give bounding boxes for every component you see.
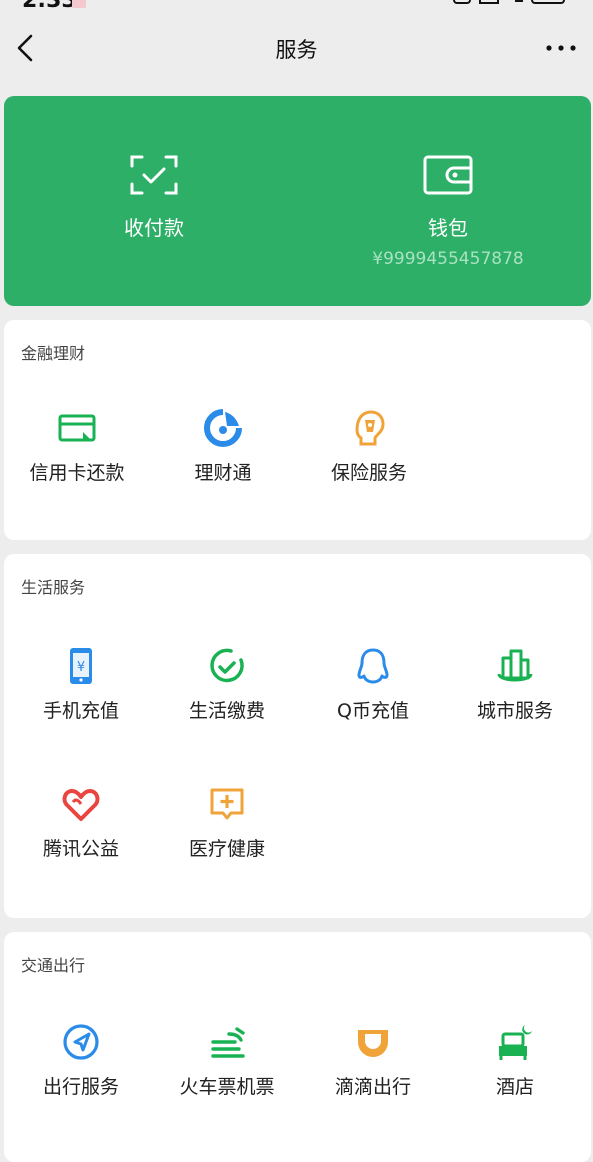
item-label: 信用卡还款 (29, 462, 125, 484)
status-indicators (453, 0, 565, 10)
section-title: 生活服务 (21, 578, 86, 597)
item-label: 火车票机票 (179, 1076, 275, 1098)
train-ticket-item[interactable]: 火车票机票 (154, 1022, 300, 1112)
charity-item[interactable]: 腾讯公益 (8, 784, 154, 874)
pay-receive-button[interactable]: 收付款 (94, 154, 214, 241)
more-icon[interactable] (545, 38, 577, 58)
travel-service-icon (63, 1024, 99, 1060)
didi-item[interactable]: 滴滴出行 (300, 1022, 446, 1112)
wallet-label: 钱包 (428, 216, 468, 240)
nav-bar: 服务 (0, 18, 593, 80)
item-label: 出行服务 (42, 1076, 119, 1098)
train-ticket-icon (211, 1027, 245, 1058)
utilities-icon (210, 648, 244, 683)
city-service-icon (497, 649, 533, 682)
battery-icon (531, 0, 565, 4)
credit-card-repay-item[interactable]: 信用卡还款 (4, 408, 150, 498)
medical-icon (210, 788, 244, 820)
medical-item[interactable]: 医疗健康 (154, 784, 300, 874)
item-label: 医疗健康 (188, 838, 265, 860)
item-label: 滴滴出行 (334, 1076, 411, 1098)
item-label: 腾讯公益 (42, 838, 119, 860)
insurance-icon (355, 410, 385, 446)
status-bar: 2:33 (0, 0, 593, 16)
didi-icon (358, 1030, 388, 1057)
wealth-icon (204, 409, 242, 447)
pay-label: 收付款 (124, 216, 184, 240)
mobile-topup-item[interactable]: ¥ 手机充值 (8, 646, 154, 736)
notification-icon (72, 0, 86, 8)
item-label: 理财通 (194, 462, 252, 484)
item-label: Q币充值 (337, 700, 409, 722)
charity-icon (62, 789, 100, 821)
wealth-item[interactable]: 理财通 (150, 408, 296, 498)
city-service-item[interactable]: 城市服务 (442, 646, 588, 736)
wallet-card: 收付款 钱包 ¥9999455457878 (4, 96, 591, 306)
page-title: 服务 (275, 38, 318, 62)
scan-pay-icon (130, 155, 178, 195)
wifi-icon (479, 0, 499, 4)
wallet-button[interactable]: 钱包 ¥9999455457878 (348, 154, 548, 269)
hotel-icon (499, 1025, 532, 1060)
cellular-icon (515, 0, 523, 2)
item-label: 保险服务 (330, 462, 407, 484)
insurance-item[interactable]: 保险服务 (296, 408, 442, 498)
svg-text:¥: ¥ (77, 660, 85, 675)
status-time: 2:33 (22, 0, 77, 13)
travel-service-item[interactable]: 出行服务 (8, 1022, 154, 1112)
section-life: 生活服务 ¥ 手机充值 生活缴费 Q币充值 城市服务 腾讯公益 医疗健康 (4, 554, 591, 918)
section-finance: 金融理财 信用卡还款 理财通 保险服务 (4, 320, 591, 540)
item-label: 酒店 (495, 1076, 534, 1098)
item-label: 生活缴费 (188, 700, 265, 722)
hotel-item[interactable]: 酒店 (442, 1022, 588, 1112)
mobile-topup-icon: ¥ (70, 648, 92, 684)
qq-coin-icon (357, 648, 389, 684)
signal-icon (453, 0, 471, 4)
credit-card-icon (58, 414, 96, 442)
section-title: 交通出行 (21, 956, 86, 975)
wallet-balance: ¥9999455457878 (372, 249, 524, 269)
qq-coin-item[interactable]: Q币充值 (300, 646, 446, 736)
section-transport: 交通出行 出行服务 火车票机票 滴滴出行 酒店 (4, 932, 591, 1162)
item-label: 城市服务 (476, 700, 553, 722)
section-title: 金融理财 (21, 344, 86, 363)
utilities-item[interactable]: 生活缴费 (154, 646, 300, 736)
item-label: 手机充值 (42, 700, 119, 722)
wallet-icon (423, 155, 473, 195)
